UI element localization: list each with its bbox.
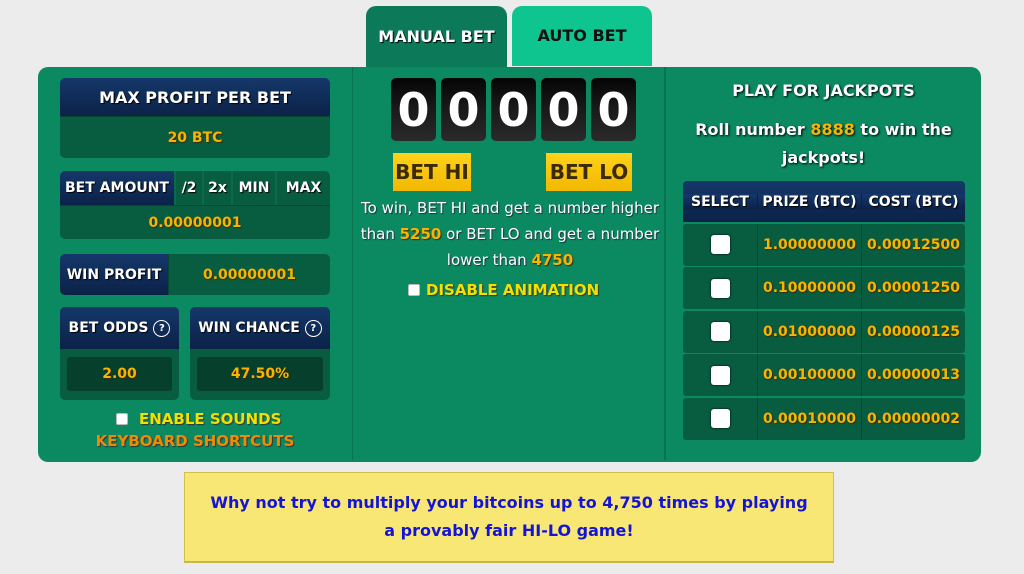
- prize-cell: 0.01000000: [758, 310, 862, 353]
- promo-banner: Why not try to multiply your bitcoins up…: [184, 472, 834, 563]
- header-cost: COST (BTC): [862, 193, 965, 210]
- roll-digit: 0: [441, 78, 486, 141]
- hilo-game: MANUAL BET AUTO BET MAX PROFIT PER BET 2…: [0, 0, 1024, 574]
- prize-cell: 0.00010000: [758, 397, 862, 440]
- header-select: SELECT: [683, 193, 758, 210]
- jackpot-select-checkbox[interactable]: [710, 409, 730, 428]
- enable-sounds-label: ENABLE SOUNDS: [139, 410, 282, 428]
- cost-cell: 0.00000002: [867, 410, 960, 427]
- bet-settings-column: MAX PROFIT PER BET 20 BTC BET AMOUNT /2 …: [38, 67, 352, 460]
- cost-cell: 0.00012500: [867, 236, 960, 253]
- prize-cell: 0.00100000: [758, 354, 862, 396]
- disable-animation-checkbox[interactable]: [408, 284, 420, 296]
- enable-sounds-checkbox[interactable]: [116, 413, 128, 425]
- jackpot-desc-text: Roll number: [695, 120, 811, 139]
- bet-amount-input[interactable]: 0.00000001: [60, 205, 330, 239]
- half-bet-button[interactable]: /2: [174, 171, 202, 205]
- win-chance-label: WIN CHANCE: [198, 320, 300, 336]
- roll-column: 0 0 0 0 0 BET HI BET LO To win, BET HI a…: [352, 67, 666, 460]
- table-row: 0.00010000 0.00000002: [683, 397, 965, 440]
- win-chance-box: WIN CHANCE ? 47.50%: [190, 307, 330, 400]
- win-profit-box: WIN PROFIT 0.00000001: [60, 254, 330, 295]
- table-row: 0.00100000 0.00000013: [683, 354, 965, 396]
- max-bet-button[interactable]: MAX: [275, 171, 330, 205]
- cost-cell: 0.00001250: [867, 280, 960, 296]
- win-chance-input[interactable]: 47.50%: [197, 357, 323, 391]
- min-bet-button[interactable]: MIN: [231, 171, 275, 205]
- jackpot-description: Roll number 8888 to win the jackpots!: [686, 116, 961, 172]
- bet-odds-box: BET ODDS ? 2.00: [60, 307, 179, 400]
- roll-digit: 0: [391, 78, 436, 141]
- keyboard-shortcuts-link[interactable]: KEYBOARD SHORTCUTS: [38, 432, 352, 450]
- game-panel: MAX PROFIT PER BET 20 BTC BET AMOUNT /2 …: [38, 67, 981, 462]
- max-profit-label: MAX PROFIT PER BET: [60, 78, 330, 116]
- jackpot-select-checkbox[interactable]: [710, 235, 730, 254]
- roll-digit: 0: [491, 78, 536, 141]
- prize-cell: 0.10000000: [758, 267, 862, 309]
- enable-sounds-option: ENABLE SOUNDS: [116, 410, 281, 428]
- lo-threshold: 4750: [531, 251, 574, 269]
- cost-cell: 0.00000125: [867, 323, 960, 340]
- win-profit-label: WIN PROFIT: [60, 254, 168, 295]
- jackpot-select-checkbox[interactable]: [710, 365, 730, 385]
- bet-odds-input[interactable]: 2.00: [67, 357, 172, 391]
- prize-cell: 1.00000000: [758, 223, 862, 266]
- table-row: 1.00000000 0.00012500: [683, 223, 965, 266]
- double-bet-button[interactable]: 2x: [202, 171, 231, 205]
- bet-lo-button[interactable]: BET LO: [546, 153, 632, 191]
- win-profit-value: 0.00000001: [168, 254, 330, 295]
- bet-amount-box: BET AMOUNT /2 2x MIN MAX 0.00000001: [60, 171, 330, 239]
- jackpot-title: PLAY FOR JACKPOTS: [732, 81, 915, 100]
- tab-auto-bet[interactable]: AUTO BET: [512, 6, 652, 66]
- roll-digit: 0: [541, 78, 586, 141]
- help-icon[interactable]: ?: [304, 319, 322, 337]
- max-profit-box: MAX PROFIT PER BET 20 BTC: [60, 78, 330, 158]
- table-row: 0.10000000 0.00001250: [683, 267, 965, 309]
- bet-hi-button[interactable]: BET HI: [393, 153, 471, 191]
- tab-manual-bet[interactable]: MANUAL BET: [366, 6, 507, 68]
- disable-animation-label: DISABLE ANIMATION: [426, 281, 600, 299]
- win-rules-text: To win, BET HI and get a number higher t…: [353, 195, 667, 273]
- cost-cell: 0.00000013: [867, 367, 960, 383]
- disable-animation-option: DISABLE ANIMATION: [408, 281, 599, 299]
- help-icon[interactable]: ?: [153, 319, 171, 337]
- jackpot-table: SELECT PRIZE (BTC) COST (BTC) 1.00000000…: [683, 181, 965, 440]
- bet-amount-label: BET AMOUNT: [60, 171, 174, 205]
- max-profit-value: 20 BTC: [60, 116, 330, 158]
- table-row: 0.01000000 0.00000125: [683, 310, 965, 353]
- jackpot-select-checkbox[interactable]: [710, 278, 730, 298]
- roll-display: 0 0 0 0 0: [391, 78, 636, 141]
- jackpot-table-header: SELECT PRIZE (BTC) COST (BTC): [683, 181, 965, 222]
- jackpot-number: 8888: [810, 120, 855, 139]
- jackpot-column: PLAY FOR JACKPOTS Roll number 8888 to wi…: [666, 67, 981, 462]
- roll-digit: 0: [591, 78, 636, 141]
- bet-odds-label: BET ODDS: [68, 320, 149, 336]
- jackpot-select-checkbox[interactable]: [710, 322, 730, 341]
- hi-threshold: 5250: [399, 225, 442, 243]
- header-prize: PRIZE (BTC): [758, 193, 862, 210]
